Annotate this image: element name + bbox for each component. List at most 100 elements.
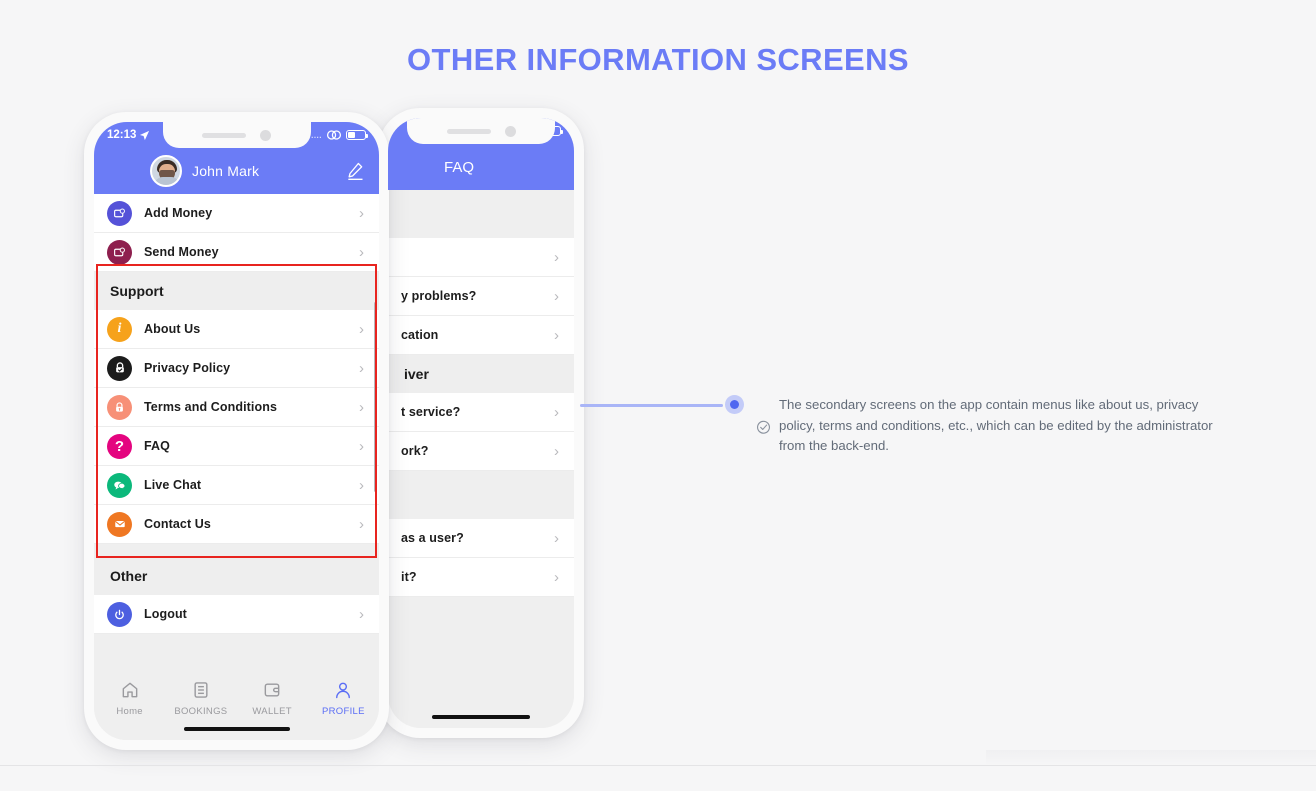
battery-icon bbox=[346, 130, 368, 140]
section-header-support: Support bbox=[94, 272, 379, 310]
envelope-icon bbox=[107, 511, 132, 537]
faq-row-label: as a user? bbox=[401, 531, 464, 545]
add-money-icon bbox=[107, 200, 132, 226]
menu-item-privacy-policy[interactable]: Privacy Policy › bbox=[94, 349, 379, 388]
phone-notch-back bbox=[407, 118, 555, 144]
location-arrow-icon bbox=[140, 130, 150, 140]
send-money-icon bbox=[107, 239, 132, 265]
annotation-connector-line bbox=[580, 404, 723, 407]
menu-item-about-us[interactable]: i About Us › bbox=[94, 310, 379, 349]
faq-screen: .... FAQ › bbox=[388, 118, 574, 728]
faq-row-label: ork? bbox=[401, 444, 429, 458]
faq-spacer bbox=[388, 471, 574, 519]
annotation-callout: The secondary screens on the app contain… bbox=[756, 395, 1218, 457]
phone-mockup-profile: 12:13 .... John Mark Add Money › Send Mo… bbox=[84, 112, 389, 750]
section-header-other: Other bbox=[94, 557, 379, 595]
speaker-grille bbox=[202, 132, 246, 138]
phone-mockup-faq: .... FAQ › bbox=[378, 108, 584, 738]
chevron-right-icon: › bbox=[359, 204, 364, 222]
tab-label: PROFILE bbox=[322, 706, 365, 717]
menu-item-label: About Us bbox=[144, 322, 201, 336]
section-header-label: Other bbox=[110, 568, 148, 584]
pencil-edit-icon[interactable] bbox=[345, 161, 365, 181]
menu-spacer bbox=[94, 544, 379, 557]
page-title: OTHER INFORMATION SCREENS bbox=[407, 42, 909, 77]
tab-profile[interactable]: PROFILE bbox=[308, 680, 379, 717]
menu-item-faq[interactable]: ? FAQ › bbox=[94, 427, 379, 466]
faq-row[interactable]: it? › bbox=[388, 558, 574, 597]
faq-row[interactable]: cation › bbox=[388, 316, 574, 355]
menu-item-label: FAQ bbox=[144, 439, 170, 453]
question-icon: ? bbox=[107, 433, 132, 459]
avatar bbox=[150, 155, 182, 187]
menu-item-terms-and-conditions[interactable]: Terms and Conditions › bbox=[94, 388, 379, 427]
wallet-icon bbox=[264, 683, 280, 697]
section-header-label: Support bbox=[110, 283, 164, 299]
tab-home[interactable]: Home bbox=[94, 680, 165, 717]
faq-row[interactable]: ork? › bbox=[388, 432, 574, 471]
faq-titlebar: FAQ bbox=[388, 144, 574, 190]
tab-wallet[interactable]: WALLET bbox=[237, 680, 308, 717]
chevron-right-icon: › bbox=[359, 398, 364, 416]
faq-row[interactable]: y problems? › bbox=[388, 277, 574, 316]
faq-row[interactable]: t service? › bbox=[388, 393, 574, 432]
chevron-right-icon: › bbox=[359, 243, 364, 261]
faq-row-label: y problems? bbox=[401, 289, 477, 303]
menu-item-live-chat[interactable]: Live Chat › bbox=[94, 466, 379, 505]
chevron-right-icon: › bbox=[359, 515, 364, 533]
faq-title: FAQ bbox=[444, 158, 475, 176]
chevron-right-icon: › bbox=[554, 442, 559, 460]
faq-row[interactable]: as a user? › bbox=[388, 519, 574, 558]
chevron-right-icon: › bbox=[359, 437, 364, 455]
faq-row-label: t service? bbox=[401, 405, 461, 419]
power-icon bbox=[107, 601, 132, 627]
menu-item-add-money[interactable]: Add Money › bbox=[94, 194, 379, 233]
profile-menu-content: Add Money › Send Money › Support i About… bbox=[94, 194, 379, 740]
front-camera bbox=[504, 125, 516, 137]
chevron-right-icon: › bbox=[554, 287, 559, 305]
menu-item-logout[interactable]: Logout › bbox=[94, 595, 379, 634]
menu-item-label: Add Money bbox=[144, 206, 213, 220]
annotation-connector-dot bbox=[725, 395, 744, 414]
tab-label: BOOKINGS bbox=[174, 706, 228, 717]
chevron-right-icon: › bbox=[554, 248, 559, 266]
chevron-right-icon: › bbox=[359, 605, 364, 623]
menu-item-label: Live Chat bbox=[144, 478, 202, 492]
faq-section-header: iver bbox=[388, 355, 574, 393]
menu-item-contact-us[interactable]: Contact Us › bbox=[94, 505, 379, 544]
profile-titlebar: John Mark bbox=[94, 148, 379, 194]
front-camera bbox=[260, 129, 271, 141]
signal-dots-icon: .... bbox=[311, 130, 322, 140]
bookings-list-icon bbox=[194, 682, 208, 698]
chevron-right-icon: › bbox=[554, 529, 559, 547]
privacy-lock-icon bbox=[107, 355, 132, 381]
tab-bookings[interactable]: BOOKINGS bbox=[165, 680, 236, 717]
info-icon: i bbox=[107, 316, 132, 342]
faq-spacer bbox=[388, 190, 574, 238]
chevron-right-icon: › bbox=[359, 320, 364, 338]
faq-row[interactable]: › bbox=[388, 238, 574, 277]
menu-item-send-money[interactable]: Send Money › bbox=[94, 233, 379, 272]
annotation-text: The secondary screens on the app contain… bbox=[779, 397, 1213, 453]
chevron-right-icon: › bbox=[554, 568, 559, 586]
home-indicator bbox=[432, 715, 530, 719]
faq-section-label: iver bbox=[404, 366, 429, 382]
menu-item-label: Privacy Policy bbox=[144, 361, 231, 375]
menu-item-label: Contact Us bbox=[144, 517, 211, 531]
home-indicator bbox=[183, 727, 290, 731]
faq-row-label: it? bbox=[401, 570, 417, 584]
tab-label: WALLET bbox=[252, 706, 292, 717]
home-icon bbox=[122, 682, 137, 698]
chevron-right-icon: › bbox=[359, 476, 364, 494]
tab-label: Home bbox=[116, 706, 143, 717]
phone-notch-front bbox=[162, 122, 311, 148]
faq-row-label: cation bbox=[401, 328, 439, 342]
chevron-right-icon: › bbox=[554, 403, 559, 421]
menu-item-label: Send Money bbox=[144, 245, 219, 259]
user-name: John Mark bbox=[192, 163, 260, 179]
faq-content: › y problems? › cation › iver t service?… bbox=[388, 190, 574, 728]
speaker-grille bbox=[446, 128, 491, 134]
content-scrollbar[interactable] bbox=[374, 302, 377, 492]
check-circle-icon bbox=[757, 420, 770, 434]
lock-icon bbox=[107, 394, 132, 420]
